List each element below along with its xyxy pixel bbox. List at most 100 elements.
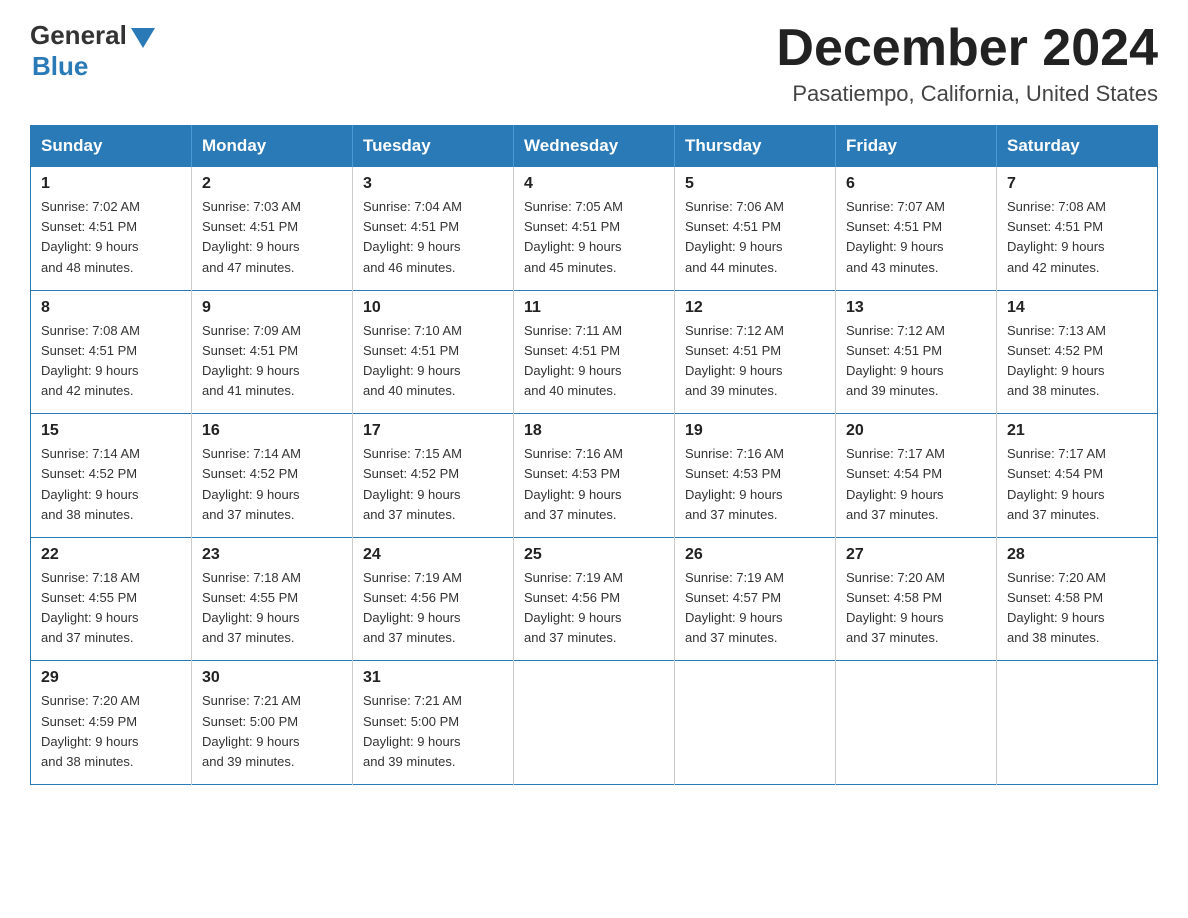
day-info: Sunrise: 7:21 AMSunset: 5:00 PMDaylight:… [363,691,503,772]
day-number: 6 [846,175,986,193]
calendar-week-row: 1 Sunrise: 7:02 AMSunset: 4:51 PMDaylight… [31,167,1158,291]
day-info: Sunrise: 7:04 AMSunset: 4:51 PMDaylight:… [363,197,503,278]
day-number: 25 [524,546,664,564]
day-info: Sunrise: 7:17 AMSunset: 4:54 PMDaylight:… [846,444,986,525]
calendar-cell [836,661,997,785]
calendar-cell: 21Sunrise: 7:17 AMSunset: 4:54 PMDayligh… [997,414,1158,538]
day-number: 13 [846,299,986,317]
day-number: 11 [524,299,664,317]
calendar-cell [514,661,675,785]
calendar-cell: 5Sunrise: 7:06 AMSunset: 4:51 PMDaylight… [675,167,836,291]
calendar-cell: 18Sunrise: 7:16 AMSunset: 4:53 PMDayligh… [514,414,675,538]
calendar-cell: 23 Sunrise: 7:18 AMSunset: 4:55 PMDayligh… [192,537,353,661]
day-info: Sunrise: 7:14 AMSunset: 4:52 PMDaylight:… [202,444,342,525]
logo-triangle-icon [131,28,155,48]
calendar-cell: 10Sunrise: 7:10 AMSunset: 4:51 PMDayligh… [353,290,514,414]
weekday-header-monday: Monday [192,126,353,167]
logo: General Blue [30,20,155,82]
day-info: Sunrise: 7:11 AMSunset: 4:51 PMDaylight:… [524,321,664,402]
calendar-cell: 20 Sunrise: 7:17 AMSunset: 4:54 PMDayligh… [836,414,997,538]
day-info: Sunrise: 7:08 AMSunset: 4:51 PMDaylight:… [41,321,181,402]
day-info: Sunrise: 7:20 AMSunset: 4:58 PMDaylight:… [846,568,986,649]
calendar-cell: 25 Sunrise: 7:19 AMSunset: 4:56 PMDayligh… [514,537,675,661]
day-info: Sunrise: 7:03 AMSunset: 4:51 PMDaylight:… [202,197,342,278]
day-info: Sunrise: 7:18 AMSunset: 4:55 PMDaylight:… [202,568,342,649]
day-number: 27 [846,546,986,564]
calendar-cell: 27 Sunrise: 7:20 AMSunset: 4:58 PMDayligh… [836,537,997,661]
day-info: Sunrise: 7:12 AMSunset: 4:51 PMDaylight:… [685,321,825,402]
calendar-cell: 31Sunrise: 7:21 AMSunset: 5:00 PMDayligh… [353,661,514,785]
day-number: 24 [363,546,503,564]
day-number: 22 [41,546,181,564]
day-info: Sunrise: 7:05 AMSunset: 4:51 PMDaylight:… [524,197,664,278]
calendar-cell: 17 Sunrise: 7:15 AMSunset: 4:52 PMDayligh… [353,414,514,538]
logo-blue-text: Blue [32,51,88,82]
day-info: Sunrise: 7:02 AMSunset: 4:51 PMDaylight:… [41,197,181,278]
day-info: Sunrise: 7:13 AMSunset: 4:52 PMDaylight:… [1007,321,1147,402]
calendar-cell: 22 Sunrise: 7:18 AMSunset: 4:55 PMDayligh… [31,537,192,661]
location-subtitle: Pasatiempo, California, United States [776,81,1158,107]
day-info: Sunrise: 7:19 AMSunset: 4:57 PMDaylight:… [685,568,825,649]
calendar-cell: 28 Sunrise: 7:20 AMSunset: 4:58 PMDayligh… [997,537,1158,661]
calendar-cell: 7Sunrise: 7:08 AMSunset: 4:51 PMDaylight… [997,167,1158,291]
day-info: Sunrise: 7:18 AMSunset: 4:55 PMDaylight:… [41,568,181,649]
day-number: 7 [1007,175,1147,193]
calendar-cell: 29 Sunrise: 7:20 AMSunset: 4:59 PMDayligh… [31,661,192,785]
weekday-header-sunday: Sunday [31,126,192,167]
day-number: 20 [846,422,986,440]
day-number: 17 [363,422,503,440]
calendar-cell: 6 Sunrise: 7:07 AMSunset: 4:51 PMDaylight… [836,167,997,291]
calendar-cell: 26 Sunrise: 7:19 AMSunset: 4:57 PMDayligh… [675,537,836,661]
weekday-header-wednesday: Wednesday [514,126,675,167]
calendar-cell: 8 Sunrise: 7:08 AMSunset: 4:51 PMDaylight… [31,290,192,414]
day-number: 19 [685,422,825,440]
day-number: 14 [1007,299,1147,317]
calendar-cell: 16 Sunrise: 7:14 AMSunset: 4:52 PMDayligh… [192,414,353,538]
day-info: Sunrise: 7:20 AMSunset: 4:58 PMDaylight:… [1007,568,1147,649]
calendar-cell: 30Sunrise: 7:21 AMSunset: 5:00 PMDayligh… [192,661,353,785]
calendar-table: SundayMondayTuesdayWednesdayThursdayFrid… [30,125,1158,785]
day-info: Sunrise: 7:16 AMSunset: 4:53 PMDaylight:… [524,444,664,525]
calendar-cell: 12Sunrise: 7:12 AMSunset: 4:51 PMDayligh… [675,290,836,414]
calendar-cell: 9 Sunrise: 7:09 AMSunset: 4:51 PMDaylight… [192,290,353,414]
day-info: Sunrise: 7:10 AMSunset: 4:51 PMDaylight:… [363,321,503,402]
day-number: 26 [685,546,825,564]
calendar-week-row: 15Sunrise: 7:14 AMSunset: 4:52 PMDayligh… [31,414,1158,538]
day-number: 1 [41,175,181,193]
month-title: December 2024 [776,20,1158,77]
day-number: 23 [202,546,342,564]
day-info: Sunrise: 7:15 AMSunset: 4:52 PMDaylight:… [363,444,503,525]
calendar-cell: 15Sunrise: 7:14 AMSunset: 4:52 PMDayligh… [31,414,192,538]
calendar-week-row: 22 Sunrise: 7:18 AMSunset: 4:55 PMDayligh… [31,537,1158,661]
day-info: Sunrise: 7:19 AMSunset: 4:56 PMDaylight:… [363,568,503,649]
weekday-header-tuesday: Tuesday [353,126,514,167]
weekday-header-thursday: Thursday [675,126,836,167]
day-number: 4 [524,175,664,193]
day-info: Sunrise: 7:09 AMSunset: 4:51 PMDaylight:… [202,321,342,402]
weekday-header-friday: Friday [836,126,997,167]
day-number: 16 [202,422,342,440]
day-info: Sunrise: 7:07 AMSunset: 4:51 PMDaylight:… [846,197,986,278]
day-info: Sunrise: 7:20 AMSunset: 4:59 PMDaylight:… [41,691,181,772]
day-info: Sunrise: 7:12 AMSunset: 4:51 PMDaylight:… [846,321,986,402]
day-number: 28 [1007,546,1147,564]
day-number: 9 [202,299,342,317]
calendar-cell: 24 Sunrise: 7:19 AMSunset: 4:56 PMDayligh… [353,537,514,661]
calendar-cell: 11 Sunrise: 7:11 AMSunset: 4:51 PMDayligh… [514,290,675,414]
day-number: 3 [363,175,503,193]
calendar-cell: 3 Sunrise: 7:04 AMSunset: 4:51 PMDaylight… [353,167,514,291]
day-info: Sunrise: 7:16 AMSunset: 4:53 PMDaylight:… [685,444,825,525]
day-number: 8 [41,299,181,317]
calendar-cell: 14 Sunrise: 7:13 AMSunset: 4:52 PMDayligh… [997,290,1158,414]
calendar-cell [675,661,836,785]
calendar-cell: 1 Sunrise: 7:02 AMSunset: 4:51 PMDaylight… [31,167,192,291]
calendar-cell: 13 Sunrise: 7:12 AMSunset: 4:51 PMDayligh… [836,290,997,414]
weekday-header-row: SundayMondayTuesdayWednesdayThursdayFrid… [31,126,1158,167]
calendar-week-row: 29 Sunrise: 7:20 AMSunset: 4:59 PMDayligh… [31,661,1158,785]
day-number: 29 [41,669,181,687]
day-info: Sunrise: 7:19 AMSunset: 4:56 PMDaylight:… [524,568,664,649]
page-header: General Blue December 2024 Pasatiempo, C… [30,20,1158,107]
day-number: 21 [1007,422,1147,440]
calendar-cell [997,661,1158,785]
weekday-header-saturday: Saturday [997,126,1158,167]
